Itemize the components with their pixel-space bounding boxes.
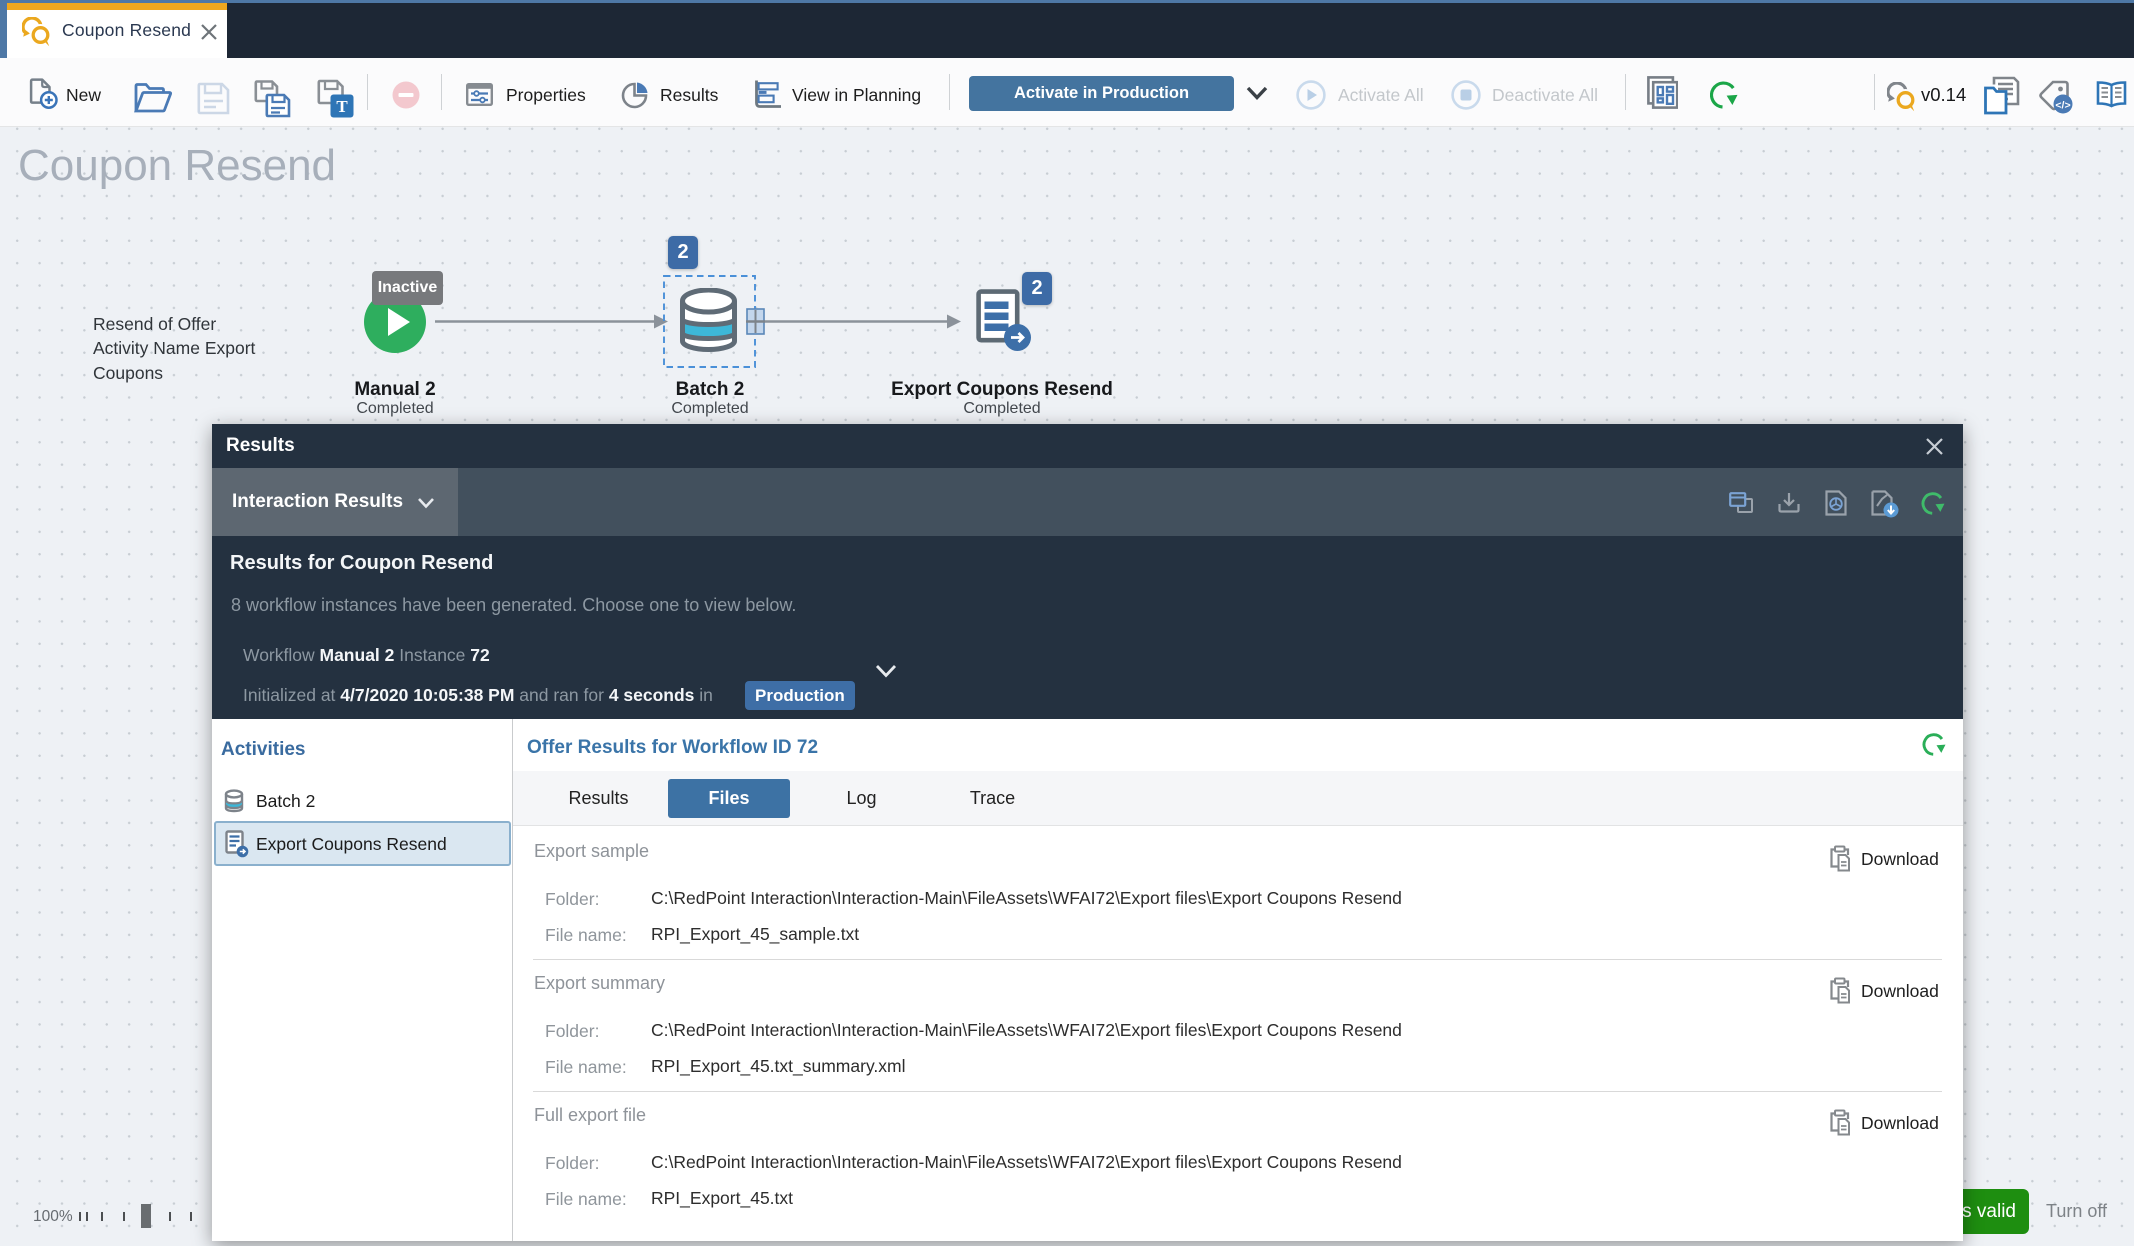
svg-text:T: T xyxy=(336,97,348,116)
svg-text:</>: </> xyxy=(2055,100,2070,112)
